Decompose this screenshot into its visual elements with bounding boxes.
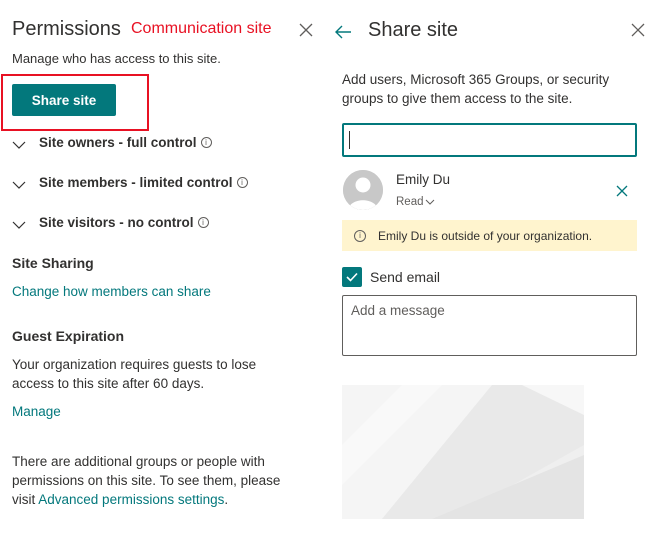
share-site-button[interactable]: Share site: [12, 84, 116, 116]
group-label: Site owners - full control: [39, 135, 197, 150]
additional-permissions-text: There are additional groups or people wi…: [12, 452, 292, 509]
notice-text: Emily Du is outside of your organization…: [378, 228, 593, 243]
send-email-checkbox[interactable]: [342, 267, 362, 287]
chevron-down-icon: [12, 178, 28, 189]
send-email-label: Send email: [370, 269, 441, 285]
group-label: Site visitors - no control: [39, 215, 194, 230]
change-sharing-link[interactable]: Change how members can share: [12, 284, 211, 299]
people-search-input[interactable]: [342, 123, 637, 157]
back-arrow-icon[interactable]: [334, 24, 352, 40]
guest-expiration-heading: Guest Expiration: [12, 328, 125, 344]
info-icon[interactable]: i: [200, 137, 212, 148]
remove-person-icon[interactable]: [616, 184, 628, 197]
chevron-down-icon: [12, 138, 28, 149]
person-avatar-icon: [343, 170, 383, 210]
decorative-illustration: [342, 385, 584, 519]
group-site-owners[interactable]: Site owners - full control i: [12, 135, 212, 150]
message-textarea[interactable]: [342, 295, 637, 356]
group-site-visitors[interactable]: Site visitors - no control i: [12, 215, 209, 230]
external-user-notice: i Emily Du is outside of your organizati…: [342, 220, 637, 251]
role-label: Read: [396, 196, 424, 208]
footer-text-end: .: [224, 492, 229, 507]
advanced-permissions-link[interactable]: Advanced permissions settings: [38, 492, 224, 507]
role-dropdown[interactable]: Read: [396, 193, 435, 211]
close-icon[interactable]: [299, 23, 315, 39]
manage-link[interactable]: Manage: [12, 404, 61, 419]
panel-title: Permissions: [12, 18, 121, 40]
info-icon[interactable]: i: [236, 177, 248, 188]
share-description: Add users, Microsoft 365 Groups, or secu…: [342, 72, 610, 106]
text-caret: [349, 131, 350, 149]
guest-expiration-text: Your organization requires guests to los…: [12, 357, 257, 391]
chevron-down-icon: [425, 193, 435, 211]
info-icon: i: [354, 229, 366, 242]
permissions-panel: Permissions Communication site Manage wh…: [0, 0, 326, 550]
close-icon[interactable]: [631, 23, 647, 39]
info-icon[interactable]: i: [197, 217, 209, 228]
person-name: Emily Du: [396, 172, 451, 187]
share-panel-title: Share site: [368, 19, 459, 41]
group-label: Site members - limited control: [39, 175, 233, 190]
site-type-annotation: Communication site: [131, 20, 272, 37]
group-site-members[interactable]: Site members - limited control i: [12, 175, 248, 190]
share-site-panel: Share site Add users, Microsoft 365 Grou…: [326, 0, 655, 550]
checkmark-icon: [346, 272, 358, 282]
panel-description: Manage who has access to this site.: [12, 51, 221, 66]
chevron-down-icon: [12, 218, 28, 229]
site-sharing-heading: Site Sharing: [12, 255, 94, 271]
